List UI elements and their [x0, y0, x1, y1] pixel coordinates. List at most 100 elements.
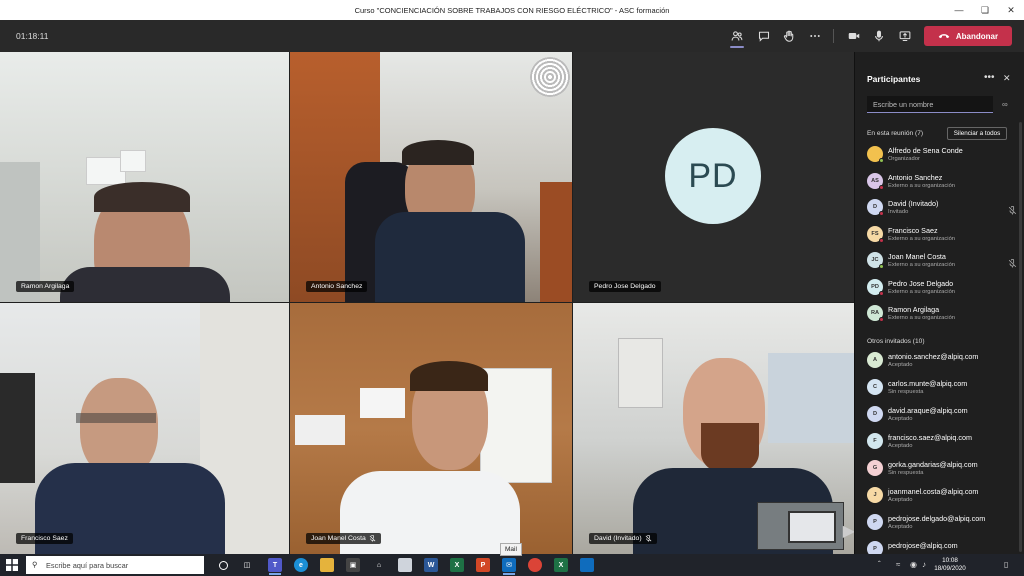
participant-search-input[interactable]: Escribe un nombre: [867, 96, 993, 113]
avatar-initials: P: [873, 519, 877, 525]
participant-row[interactable]: Ggorka.gandarias@alpiq.com Sin respuesta: [867, 458, 1017, 480]
raise-hand-icon[interactable]: [780, 28, 798, 44]
avatar-initials: PD: [871, 283, 879, 290]
powerpoint-icon[interactable]: P: [476, 558, 490, 572]
taskbar: ⚲ Escribe aquí para buscar ◫ T e ▣ ⌂ W X…: [0, 554, 1024, 576]
maximize-button[interactable]: ❏: [972, 0, 998, 20]
wifi-icon[interactable]: ◉: [910, 560, 917, 569]
participant-name: pedrojose@alpiq.com: [888, 541, 958, 550]
chevron-up-icon[interactable]: ˆ: [878, 560, 881, 569]
clock[interactable]: 10:08 18/09/2020: [930, 557, 970, 573]
participant-row[interactable]: Ffrancisco.saez@alpiq.com Aceptado: [867, 431, 1017, 453]
bluetooth-icon[interactable]: ≈: [896, 560, 900, 569]
video-tile[interactable]: Ramon Argilaga: [0, 52, 289, 302]
participant-role: Aceptado: [888, 524, 913, 530]
video-tile[interactable]: Francisco Saez: [0, 303, 289, 554]
participant-name-tag: Francisco Saez: [16, 533, 73, 544]
participant-row[interactable]: Ddavid.araque@alpiq.com Aceptado: [867, 404, 1017, 426]
participant-row[interactable]: Jjoanmanel.costa@alpiq.com Aceptado: [867, 485, 1017, 507]
home-icon[interactable]: ⌂: [372, 558, 386, 572]
avatar-initials: A: [872, 357, 878, 363]
excel-icon-2[interactable]: X: [554, 558, 568, 572]
avatar-initials: AS: [871, 177, 879, 184]
mail-tooltip: Mail: [500, 543, 522, 556]
participant-name: carlos.munte@alpiq.com: [888, 379, 968, 388]
cortana-icon[interactable]: [216, 558, 230, 572]
panel-scrollbar[interactable]: [1019, 122, 1022, 552]
mic-off-icon: [645, 535, 651, 542]
leave-meeting-button[interactable]: Abandonar: [924, 26, 1012, 46]
avatar: [867, 146, 884, 163]
avatar: JC: [867, 252, 884, 269]
clock-date: 18/09/2020: [934, 565, 966, 572]
participant-name: pedrojose.delgado@alpiq.com: [888, 514, 986, 523]
avatar: D: [867, 199, 884, 216]
mail-icon[interactable]: ✉: [502, 558, 516, 575]
self-view-video[interactable]: ▶: [757, 502, 855, 550]
windows-start-icon[interactable]: [6, 559, 18, 571]
app-icon[interactable]: [580, 558, 594, 572]
participant-name: gorka.gandarias@alpiq.com: [888, 460, 978, 469]
participant-role: Externo a su organización: [888, 182, 956, 189]
avatar-initials: G: [872, 465, 878, 471]
excel-icon[interactable]: X: [450, 558, 464, 572]
participant-row[interactable]: JC Joan Manel Costa Externo a su organizac…: [867, 250, 1017, 272]
share-invite-icon[interactable]: ∞: [1002, 100, 1008, 109]
chrome-icon[interactable]: [528, 558, 542, 572]
participant-row[interactable]: Aantonio.sanchez@alpiq.com Aceptado: [867, 350, 1017, 372]
toolbar-divider: [833, 29, 834, 43]
participant-row[interactable]: RA Ramon Argilaga Externo a su organizació…: [867, 303, 1017, 325]
participant-video: [290, 52, 572, 302]
mic-icon[interactable]: [870, 28, 888, 44]
presence-status-icon: [879, 317, 884, 322]
file-explorer-icon[interactable]: [320, 558, 334, 572]
participant-row[interactable]: PD Pedro Jose Delgado Externo a su organiz…: [867, 277, 1017, 299]
participant-name: david.araque@alpiq.com: [888, 406, 968, 415]
document-app-icon[interactable]: [398, 558, 412, 572]
minimize-button[interactable]: —: [946, 0, 972, 20]
share-screen-icon[interactable]: [896, 28, 914, 44]
participant-role: Aceptado: [888, 416, 913, 422]
close-window-button[interactable]: ✕: [998, 0, 1024, 20]
participant-name: Francisco Saez: [888, 225, 938, 235]
camera-icon[interactable]: [845, 28, 863, 44]
taskbar-search-placeholder: Escribe aquí para buscar: [46, 561, 129, 570]
participant-row[interactable]: Ccarlos.munte@alpiq.com Sin respuesta: [867, 377, 1017, 399]
volume-icon[interactable]: ♪: [922, 560, 926, 569]
participant-row[interactable]: D David (Invitado) Invitado: [867, 197, 1017, 219]
edge-icon[interactable]: e: [294, 558, 308, 572]
participant-role: Externo a su organización: [888, 262, 956, 268]
video-tile[interactable]: Antonio Sanchez: [290, 52, 572, 302]
word-icon[interactable]: W: [424, 558, 438, 572]
panel-title: Participantes: [867, 74, 921, 84]
participant-row[interactable]: FS Francisco Saez Externo a su organizació…: [867, 224, 1017, 246]
avatar-initials: RA: [870, 310, 880, 316]
avatar: J: [867, 487, 883, 503]
video-tile[interactable]: Joan Manel Costa: [290, 303, 572, 554]
participant-role: Externo a su organización: [888, 235, 956, 242]
people-icon[interactable]: [728, 28, 746, 48]
panel-close-icon[interactable]: ✕: [1003, 73, 1011, 84]
store-icon[interactable]: ▣: [346, 558, 360, 572]
participant-role: Externo a su organización: [888, 315, 956, 321]
participant-name: Ramon Argilaga: [888, 305, 940, 314]
mute-all-button[interactable]: Silenciar a todos: [947, 127, 1007, 140]
participant-row[interactable]: Alfredo de Sena Conde Organizador: [867, 144, 1017, 166]
participant-row[interactable]: Ppedrojose.delgado@alpiq.com Aceptado: [867, 512, 1017, 534]
chat-icon[interactable]: [755, 28, 773, 44]
panel-more-icon[interactable]: •••: [984, 72, 995, 83]
participants-panel: Participantes ••• ✕ Escribe un nombre ∞ …: [854, 52, 1024, 557]
avatar-initials: P: [873, 546, 877, 552]
participant-row[interactable]: AS Antonio Sanchez Externo a su organizaci…: [867, 171, 1017, 193]
participant-name-tag: David (Invitado): [589, 533, 657, 544]
participant-name: David (Invitado): [888, 199, 939, 208]
participant-role: Aceptado: [888, 362, 913, 368]
video-tile[interactable]: PD Pedro Jose Delgado: [573, 52, 854, 302]
notifications-icon[interactable]: ▯: [1004, 560, 1008, 569]
task-view-icon[interactable]: ◫: [240, 558, 254, 572]
presence-status-icon: [879, 290, 884, 296]
teams-icon[interactable]: T: [268, 558, 282, 575]
taskbar-search-input[interactable]: ⚲ Escribe aquí para buscar: [26, 556, 204, 574]
video-grid: Ramon Argilaga Antonio Sanchez PD Pedro …: [0, 52, 854, 554]
more-options-icon[interactable]: [806, 28, 824, 44]
